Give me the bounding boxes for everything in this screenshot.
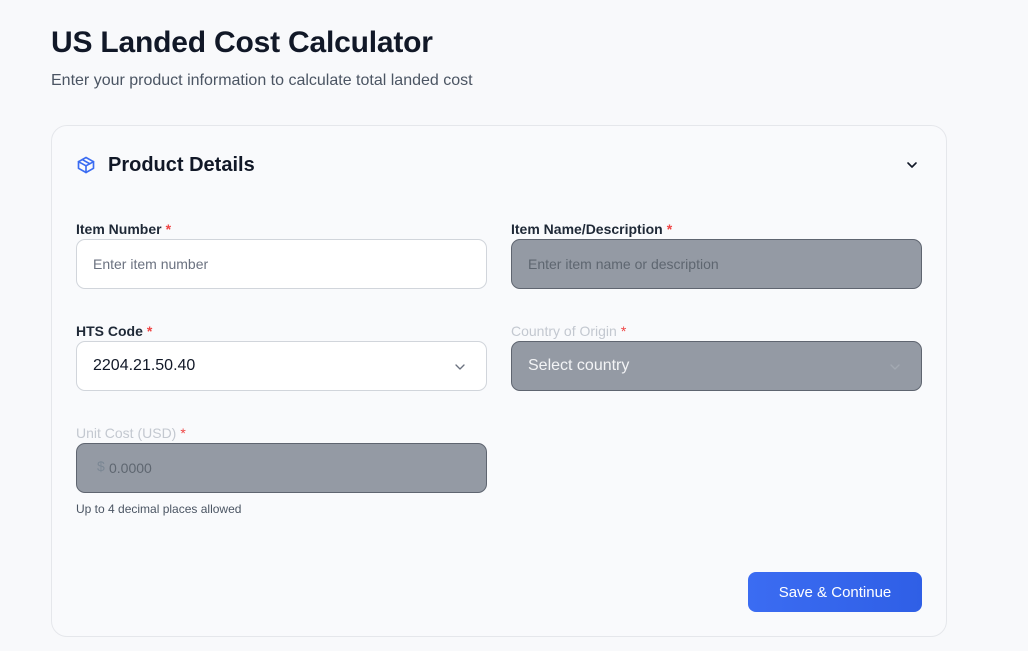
- dollar-icon: $: [97, 458, 105, 474]
- hts-code-value: 2204.21.50.40: [93, 357, 196, 374]
- item-name-label: Item Name/Description *: [511, 221, 673, 237]
- chevron-down-icon: [452, 359, 468, 375]
- item-number-input[interactable]: Enter item number: [76, 239, 487, 289]
- product-details-card: Product Details Item Number * Enter item …: [51, 125, 947, 637]
- country-of-origin-value: Select country: [528, 357, 630, 374]
- item-name-field: Item Name/Description * Enter item name o…: [511, 220, 922, 289]
- item-name-input[interactable]: Enter item name or description: [511, 239, 922, 289]
- page-title: US Landed Cost Calculator: [51, 26, 433, 59]
- chevron-down-icon[interactable]: [902, 155, 922, 175]
- unit-cost-help: Up to 4 decimal places allowed: [76, 502, 242, 516]
- hts-code-field: HTS Code * 2204.21.50.40: [76, 322, 487, 391]
- chevron-down-icon: [887, 359, 903, 375]
- country-of-origin-field: Country of Origin * Select country: [511, 322, 922, 391]
- page-subtitle: Enter your product information to calcul…: [51, 72, 473, 89]
- item-number-label: Item Number *: [76, 221, 172, 237]
- item-number-placeholder: Enter item number: [93, 256, 209, 272]
- country-of-origin-label: Country of Origin *: [511, 323, 627, 339]
- unit-cost-input[interactable]: $ 0.0000: [76, 443, 487, 493]
- package-icon: [76, 155, 96, 175]
- unit-cost-placeholder: 0.0000: [109, 460, 152, 476]
- item-number-field: Item Number * Enter item number: [76, 220, 487, 289]
- card-header[interactable]: Product Details: [76, 152, 922, 178]
- hts-code-select[interactable]: 2204.21.50.40: [76, 341, 487, 391]
- unit-cost-field: Unit Cost (USD) * $ 0.0000 Up to 4 decima…: [76, 424, 487, 516]
- save-continue-button[interactable]: Save & Continue: [748, 572, 922, 612]
- country-of-origin-select[interactable]: Select country: [511, 341, 922, 391]
- item-name-placeholder: Enter item name or description: [528, 256, 719, 272]
- hts-code-label: HTS Code *: [76, 323, 153, 339]
- unit-cost-label: Unit Cost (USD) *: [76, 425, 186, 441]
- card-title: Product Details: [108, 153, 255, 176]
